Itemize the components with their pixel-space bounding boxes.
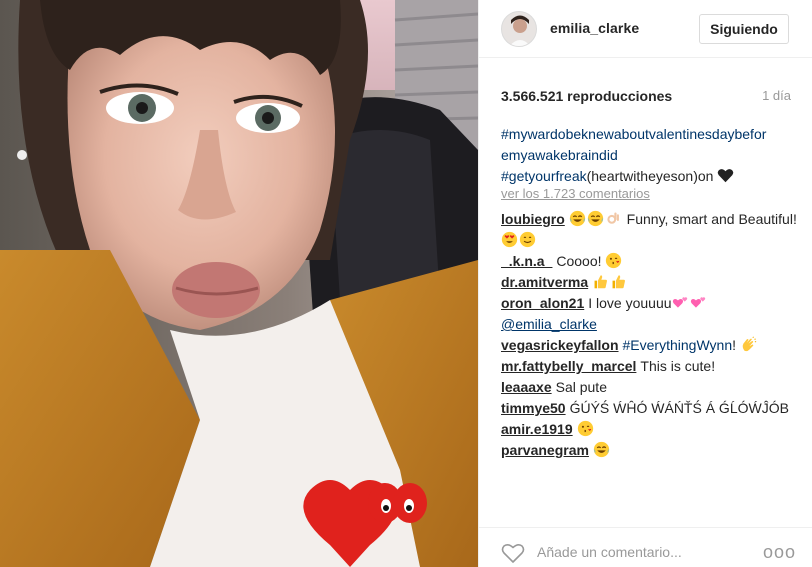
thumbs-up-emoji-icon <box>592 273 609 290</box>
comment-row: _.k.n.a_ Coooo! <box>501 251 797 272</box>
comment-row: mr.fattybelly_marcel This is cute! <box>501 356 797 377</box>
post-header: emilia_clarke Siguiendo <box>479 0 812 58</box>
comment-input[interactable] <box>537 540 737 564</box>
comment-text: ! <box>732 337 740 353</box>
post-caption: #mywardobeknewaboutvalentinesdaybefor em… <box>501 124 797 187</box>
comment-text: Sal pute <box>555 379 607 395</box>
comment-username[interactable]: timmye50 <box>501 400 566 416</box>
post-photo[interactable] <box>0 0 478 567</box>
caption-text: (heartwitheyeson)on <box>586 168 714 184</box>
view-all-comments-link[interactable]: ver los 1.723 comentarios <box>501 186 650 201</box>
comment-row: dr.amitverma <box>501 272 797 293</box>
author-username[interactable]: emilia_clarke <box>550 20 639 36</box>
tears-of-joy-emoji-icon <box>593 441 610 458</box>
comment-text: ǴÚÝŚ ẂĤÓ ẂÁŃŤŚ Á ǴĹÓẂĴÓB <box>569 400 789 416</box>
clap-emoji-icon <box>740 336 757 353</box>
comment-row: loubiegro Funny, smart and Beautiful! <box>501 209 797 251</box>
comment-username[interactable]: amir.e1919 <box>501 421 573 437</box>
heart-eyes-emoji-icon <box>501 231 518 248</box>
comment-text: Coooo! <box>556 253 606 269</box>
following-button[interactable]: Siguiendo <box>699 14 789 44</box>
black-heart-icon <box>717 167 734 184</box>
smile-emoji-icon <box>519 231 536 248</box>
comment-text: I love youuuu <box>588 295 672 311</box>
comment-row: timmye50 ǴÚÝŚ ẂĤÓ ẂÁŃŤŚ Á ǴĹÓẂĴÓB <box>501 398 797 419</box>
avatar[interactable] <box>501 11 537 47</box>
comment-row: vegasrickeyfallon #EverythingWynn! <box>501 335 797 356</box>
comment-mention-link[interactable]: @emilia_clarke <box>501 314 797 335</box>
post-stats: 3.566.521 reproducciones 1 día <box>501 88 791 106</box>
post-footer: ooo <box>479 527 812 567</box>
comment-row: oron_alon21 I love youuuu @emilia_clarke <box>501 293 797 335</box>
comment-row: leaaaxe Sal pute <box>501 377 797 398</box>
comments-list: loubiegro Funny, smart and Beautiful! _.k… <box>501 209 797 521</box>
heart-outline-icon[interactable] <box>501 542 525 564</box>
comment-username[interactable]: _.k.n.a_ <box>501 253 552 269</box>
comment-username[interactable]: loubiegro <box>501 211 565 227</box>
two-hearts-emoji-icon <box>690 294 707 311</box>
avatar-image <box>502 12 536 46</box>
comment-username[interactable]: mr.fattybelly_marcel <box>501 358 636 374</box>
kiss-face-emoji-icon <box>577 420 594 437</box>
hashtag-link[interactable]: #mywardobeknewaboutvalentinesdaybefor <box>501 126 766 142</box>
comment-hashtag-link[interactable]: #EverythingWynn <box>623 337 733 353</box>
selfie-image <box>0 0 478 567</box>
more-options-icon[interactable]: ooo <box>763 542 795 562</box>
comment-text: This is cute! <box>640 358 716 374</box>
post-timestamp[interactable]: 1 día <box>762 88 791 103</box>
kiss-face-emoji-icon <box>605 252 622 269</box>
comment-username[interactable]: vegasrickeyfallon <box>501 337 619 353</box>
hashtag-link-continued[interactable]: emyawakebraindid <box>501 147 618 163</box>
tears-of-joy-emoji-icon <box>569 210 586 227</box>
comment-username[interactable]: oron_alon21 <box>501 295 584 311</box>
thumbs-up-emoji-icon <box>610 273 627 290</box>
comment-text: Funny, smart and Beautiful! <box>622 211 797 227</box>
view-count: 3.566.521 reproducciones <box>501 88 673 104</box>
comment-username[interactable]: dr.amitverma <box>501 274 588 290</box>
hashtag-link[interactable]: #getyourfreak <box>501 168 587 184</box>
two-hearts-emoji-icon <box>672 294 689 311</box>
comment-username[interactable]: parvanegram <box>501 442 589 458</box>
post-sidebar: emilia_clarke Siguiendo 3.566.521 reprod… <box>478 0 812 567</box>
comment-row: parvanegram <box>501 440 797 461</box>
comment-row: amir.e1919 <box>501 419 797 440</box>
tears-of-joy-emoji-icon <box>587 210 604 227</box>
comment-username[interactable]: leaaaxe <box>501 379 552 395</box>
ok-hand-emoji-icon <box>605 210 622 227</box>
